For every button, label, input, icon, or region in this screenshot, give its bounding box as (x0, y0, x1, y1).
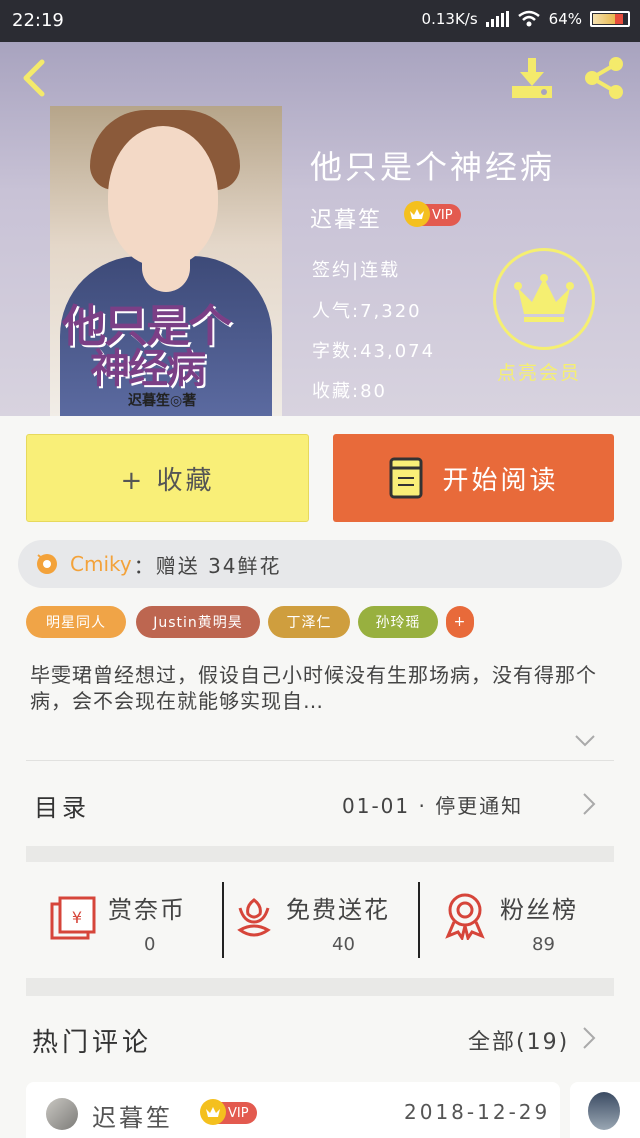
gift-notice[interactable]: Cmiky ：赠送 34鲜花 (18, 540, 622, 588)
comment-date: 2018-12-29 (404, 1100, 551, 1124)
avatar[interactable] (588, 1092, 620, 1130)
catalog-latest[interactable]: 01-01 · 停更通知 (342, 790, 523, 819)
avatar[interactable] (46, 1098, 78, 1130)
book-title: 他只是个神经病 (310, 148, 556, 186)
book-header: 他只是个 神经病 迟暮笙◎著 他只是个神经病 迟暮笙 VIP 签约|连载 人气:… (0, 42, 640, 416)
cover-title-line2: 神经病 (90, 345, 206, 392)
divider (26, 760, 614, 761)
battery-icon (590, 11, 630, 27)
cover-author: 迟暮笙◎著 (128, 393, 197, 409)
tag-item[interactable]: 孙玲瑶 (358, 606, 438, 638)
gift-text: ：赠送 34鲜花 (133, 553, 282, 578)
status-bar: 22:19 0.13K/s 64% (0, 0, 640, 42)
stat-flowers[interactable]: 免费送花 40 (224, 862, 418, 978)
start-reading-label: 开始阅读 (442, 465, 559, 496)
status-time: 22:19 (12, 10, 64, 31)
book-popularity: 人气:7,320 (312, 301, 422, 322)
gift-user: Cmiky (70, 552, 132, 576)
section-gap (26, 846, 614, 862)
collect-button[interactable]: + 收藏 (26, 434, 309, 522)
comment-author[interactable]: 迟暮笙 (92, 1098, 173, 1133)
signal-icon (485, 11, 509, 27)
book-description[interactable]: 毕雯珺曾经想过，假设自己小时候没有生那场病，没有得那个病，会不会现在就能够实现自… (30, 662, 610, 714)
book-icon (389, 457, 423, 499)
medal-icon (445, 893, 485, 940)
comment-card[interactable]: 迟暮笙 VIP 2018-12-29 (26, 1082, 560, 1138)
status-right: 0.13K/s 64% (422, 10, 630, 28)
section-gap (26, 978, 614, 996)
crown-icon (200, 1099, 226, 1125)
stat-coins-label: 赏奈币 (108, 896, 186, 924)
comment-card-next[interactable] (570, 1082, 640, 1138)
stat-flowers-label: 免费送花 (286, 896, 390, 924)
book-cover[interactable]: 他只是个 神经病 迟暮笙◎著 (50, 106, 282, 416)
flower-icon (37, 554, 57, 574)
stat-flowers-value: 40 (332, 934, 355, 955)
tag-item[interactable]: 明星同人 (26, 606, 126, 638)
expand-chevron-icon[interactable] (574, 734, 596, 748)
stat-coins[interactable]: ¥ 赏奈币 0 (26, 862, 222, 978)
reward-stats: ¥ 赏奈币 0 免费送花 40 粉丝榜 89 (26, 862, 614, 978)
vip-badge-label: VIP (432, 207, 453, 223)
tag-add-button[interactable]: + (446, 606, 474, 638)
battery-percent: 64% (548, 10, 582, 28)
chevron-right-icon[interactable] (582, 792, 596, 816)
tag-item[interactable]: Justin黄明昊 (136, 606, 260, 638)
book-favorites: 收藏:80 (312, 381, 387, 402)
back-icon[interactable] (16, 58, 56, 98)
book-word-count: 字数:43,074 (312, 341, 436, 362)
start-reading-button[interactable]: 开始阅读 (333, 434, 614, 522)
vip-badge-label: VIP (228, 1105, 249, 1121)
vip-badge: VIP (200, 1099, 257, 1125)
book-author[interactable]: 迟暮笙 (310, 202, 382, 234)
share-icon[interactable] (580, 56, 628, 100)
hot-comments-title: 热门评论 (32, 1028, 153, 1058)
book-status: 签约|连载 (312, 260, 401, 281)
catalog-label[interactable]: 目录 (34, 788, 90, 823)
chevron-right-icon[interactable] (582, 1026, 596, 1050)
stat-fans[interactable]: 粉丝榜 89 (420, 862, 614, 978)
download-icon[interactable] (508, 56, 556, 100)
all-comments-link[interactable]: 全部(19) (468, 1024, 569, 1056)
book-detail-content: + 收藏 开始阅读 Cmiky ：赠送 34鲜花 明星同人 Justin黄明昊 … (0, 416, 640, 1138)
member-label[interactable]: 点亮会员 (497, 358, 581, 385)
red-envelope-icon: ¥ (50, 896, 96, 940)
network-speed: 0.13K/s (421, 10, 478, 28)
svg-text:¥: ¥ (72, 908, 82, 927)
tag-item[interactable]: 丁泽仁 (268, 606, 350, 638)
stat-coins-value: 0 (144, 934, 156, 955)
flower-icon (237, 898, 271, 937)
stat-fans-label: 粉丝榜 (500, 896, 578, 924)
wifi-icon (517, 10, 540, 27)
crown-icon (514, 274, 574, 322)
member-button[interactable] (493, 248, 595, 350)
stat-fans-value: 89 (532, 934, 555, 955)
vip-badge: VIP (404, 201, 461, 227)
crown-icon (404, 201, 430, 227)
